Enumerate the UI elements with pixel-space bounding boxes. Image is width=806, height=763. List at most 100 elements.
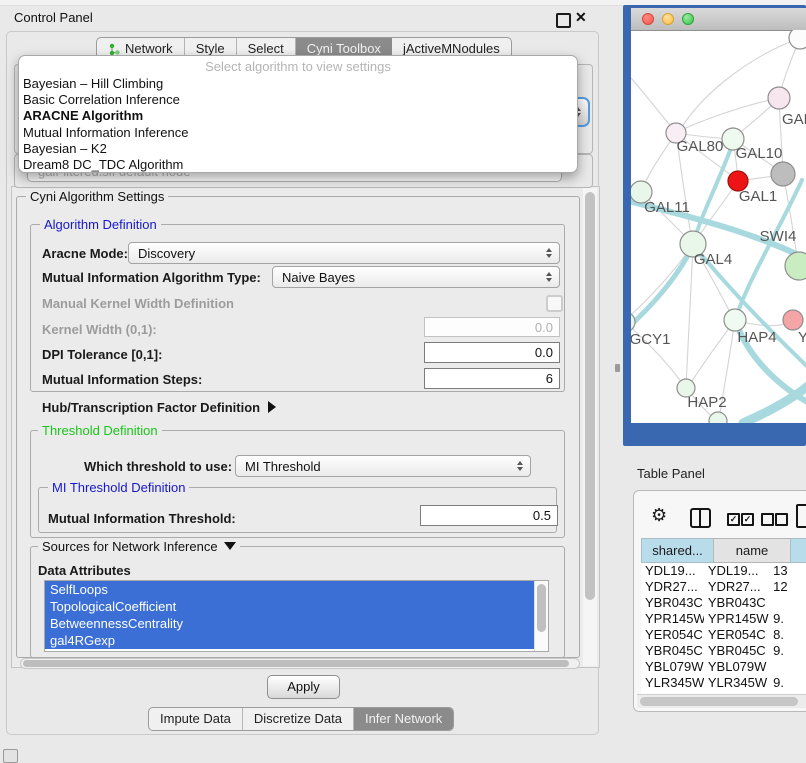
table-cell: YPR145W — [641, 611, 704, 627]
minimized-panel-icon[interactable] — [3, 749, 18, 763]
network-node[interactable] — [789, 30, 806, 49]
close-icon[interactable]: ✕ — [575, 9, 587, 26]
mi-type-combo[interactable]: Naive Bayes — [272, 266, 560, 288]
table-cell: YLR345W — [704, 675, 771, 691]
select-all-checkboxes-icon[interactable]: ✓ — [727, 513, 740, 526]
dropdown-item[interactable]: Mutual Information Inference — [19, 125, 577, 141]
table-row[interactable]: YLR345WYLR345W9. — [641, 675, 806, 691]
deselect-all-checkboxes-icon[interactable] — [775, 513, 788, 526]
kernel-width-field[interactable] — [424, 317, 560, 337]
dropdown-item[interactable]: Bayesian – Hill Climbing — [19, 76, 577, 92]
aracne-mode-value: Discovery — [129, 246, 546, 261]
network-node[interactable] — [709, 412, 727, 423]
network-view-window: GALGAL80GAL10GAL1GAL11GAL4SWI4GCY1HAP4YH… — [631, 8, 806, 423]
network-node-hap4[interactable] — [724, 309, 746, 331]
column-header-a[interactable]: A — [790, 538, 806, 563]
table-cell: YPR145W — [704, 611, 771, 627]
sources-legend: Sources for Network Inference — [42, 539, 218, 554]
scrollbar-thumb[interactable] — [585, 192, 595, 600]
table-cell: 12 — [771, 579, 806, 595]
data-attributes-list[interactable]: SelfLoopsTopologicalCoefficientBetweenne… — [44, 580, 549, 652]
table-cell: YER054C — [704, 627, 771, 643]
column-header-name[interactable]: name — [713, 538, 790, 563]
table-cell: YDR27... — [704, 579, 771, 595]
scrollbar-thumb[interactable] — [537, 584, 546, 632]
select-all-checkboxes-icon[interactable]: ✓ — [741, 513, 754, 526]
node-label: GAL11 — [644, 199, 690, 216]
tab-discretize-data[interactable]: Discretize Data — [243, 708, 354, 730]
node-label: HAP4 — [737, 329, 776, 346]
algorithm-definition-legend: Algorithm Definition — [40, 217, 161, 232]
float-panel-icon[interactable] — [556, 13, 571, 28]
table-cell: 13 — [771, 563, 806, 579]
hub-definition-toggle[interactable]: Hub/Transcription Factor Definition — [42, 400, 276, 415]
attribute-list-item[interactable]: SelfLoops — [45, 581, 536, 598]
split-panel-icon[interactable] — [690, 508, 711, 528]
node-label: HAP2 — [687, 394, 726, 411]
table-cell: 8. — [771, 627, 806, 643]
table-cell: YBL079W — [641, 659, 704, 675]
table-row[interactable]: YPR145WYPR145W9. — [641, 611, 806, 627]
manual-kernel-checkbox[interactable] — [546, 295, 563, 312]
new-table-icon[interactable] — [796, 504, 806, 528]
cyni-mode-tabbar: Impute DataDiscretize DataInfer Network — [148, 707, 454, 731]
apply-button[interactable]: Apply — [267, 675, 340, 699]
scrollbar-thumb[interactable] — [23, 660, 569, 667]
table-cell — [771, 659, 806, 675]
attribute-list-item[interactable]: gal4RGexp — [45, 632, 536, 649]
hub-definition-label: Hub/Transcription Factor Definition — [42, 400, 260, 415]
table-row[interactable]: YBR043CYBR043C — [641, 595, 806, 611]
table-cell: YBR045C — [641, 643, 704, 659]
table-row[interactable]: YDL19...YDL19...13 — [641, 563, 806, 579]
kernel-width-label: Kernel Width (0,1): — [42, 322, 157, 337]
table-row[interactable]: YBR045CYBR045C9. — [641, 643, 806, 659]
node-label: Y — [798, 329, 806, 346]
network-node[interactable] — [771, 162, 795, 186]
attribute-list-item[interactable]: BetweennessCentrality — [45, 615, 536, 632]
deselect-all-checkboxes-icon[interactable] — [761, 513, 774, 526]
tab-impute-data[interactable]: Impute Data — [149, 708, 243, 730]
column-header-shared[interactable]: shared... — [641, 538, 713, 563]
combo-stepper-icon — [517, 461, 530, 471]
mi-type-value: Naive Bayes — [273, 270, 546, 285]
window-close-icon[interactable] — [642, 13, 654, 25]
combo-stepper-icon — [546, 272, 559, 282]
dpi-tolerance-field[interactable] — [424, 342, 560, 363]
mi-steps-field[interactable] — [424, 368, 560, 389]
panel-splitter-handle[interactable] — [615, 364, 620, 372]
table-cell: YDL19... — [641, 563, 704, 579]
table-row[interactable]: YER054CYER054C8. — [641, 627, 806, 643]
attribute-list-item[interactable]: TopologicalCoefficient — [45, 598, 536, 615]
network-node-swi4[interactable] — [785, 252, 806, 280]
network-node-y[interactable] — [783, 310, 803, 330]
scrollbar-thumb[interactable] — [640, 697, 798, 706]
table-row[interactable]: YBL079WYBL079W — [641, 659, 806, 675]
table-horizontal-scrollbar[interactable] — [637, 694, 806, 708]
network-canvas[interactable]: GALGAL80GAL10GAL1GAL11GAL4SWI4GCY1HAP4YH… — [631, 30, 806, 423]
aracne-mode-combo[interactable]: Discovery — [128, 242, 560, 264]
sources-toggle[interactable]: Sources for Network Inference — [38, 539, 240, 554]
list-vertical-scrollbar[interactable] — [534, 581, 548, 651]
dropdown-item[interactable]: Basic Correlation Inference — [19, 92, 577, 108]
dropdown-item[interactable]: ARACNE Algorithm — [19, 108, 577, 124]
settings-horizontal-scrollbar[interactable] — [20, 658, 580, 669]
network-node-gal[interactable] — [768, 87, 790, 109]
dropdown-item[interactable]: Dream8 DC_TDC Algorithm — [19, 157, 577, 173]
table-body: YDL19...YDL19...13YDR27...YDR27...12YBR0… — [641, 563, 806, 707]
window-zoom-icon[interactable] — [682, 13, 694, 25]
which-threshold-combo[interactable]: MI Threshold — [235, 455, 531, 477]
window-minimize-icon[interactable] — [662, 13, 674, 25]
table-row[interactable]: YDR27...YDR27...12 — [641, 579, 806, 595]
table-cell: YBL079W — [704, 659, 771, 675]
settings-vertical-scrollbar[interactable] — [583, 188, 597, 666]
settings-gear-icon[interactable]: ⚙ — [651, 505, 667, 526]
tab-infer-network[interactable]: Infer Network — [354, 708, 453, 730]
dropdown-item[interactable]: Bayesian – K2 — [19, 141, 577, 157]
threshold-definition-legend: Threshold Definition — [38, 423, 162, 438]
mi-threshold-field[interactable] — [420, 505, 558, 526]
node-label: GAL10 — [736, 145, 783, 162]
table-cell: YDL19... — [704, 563, 771, 579]
table-header-row: shared...nameA — [641, 538, 806, 563]
table-cell: YLR345W — [641, 675, 704, 691]
network-window-titlebar[interactable] — [631, 8, 806, 31]
